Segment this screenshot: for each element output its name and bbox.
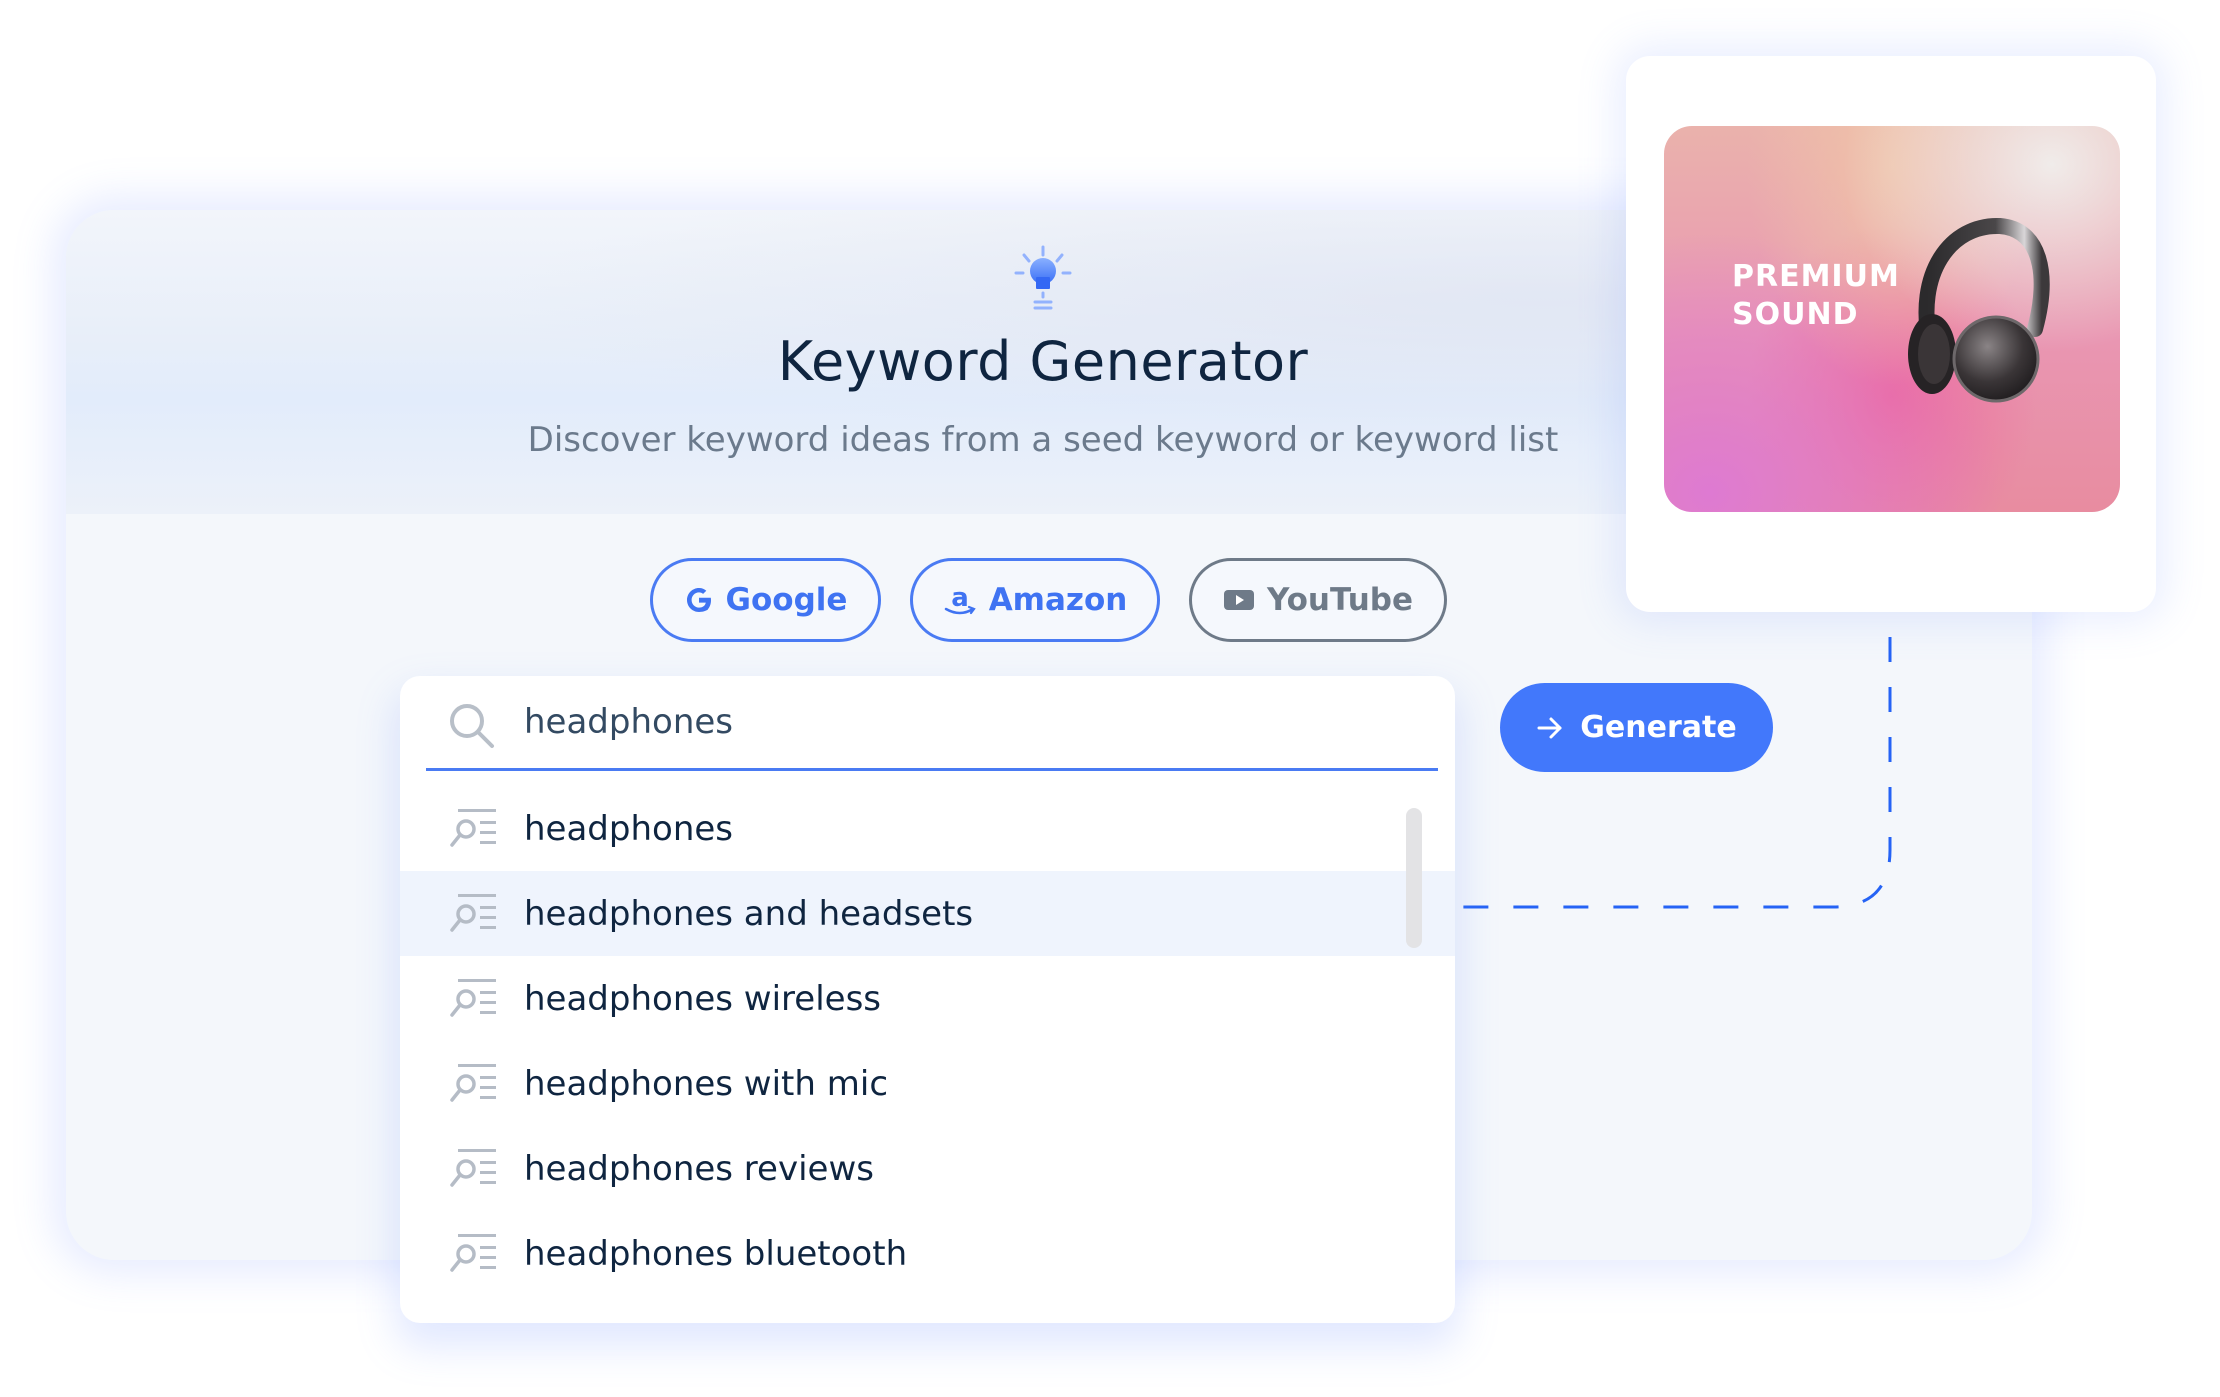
headphones-product-image: PREMIUM SOUND	[1664, 126, 2120, 512]
promo-line-1: PREMIUM	[1732, 259, 1900, 294]
keyword-search-icon	[450, 806, 498, 847]
suggestion-label: headphones reviews	[524, 1148, 874, 1189]
suggestion-item[interactable]: headphones wireless	[400, 956, 1455, 1041]
promo-text: PREMIUM SOUND	[1732, 258, 1900, 334]
headphones-icon	[1908, 217, 2050, 403]
keyword-search-icon	[450, 1061, 498, 1102]
keyword-search-icon	[450, 976, 498, 1017]
suggestion-item[interactable]: headphones bluetooth	[400, 1211, 1455, 1296]
suggestion-label: headphones and headsets	[524, 893, 974, 934]
suggestion-label: headphones wireless	[524, 978, 881, 1019]
promo-image-card: PREMIUM SOUND	[1626, 56, 2156, 612]
promo-line-2: SOUND	[1732, 297, 1859, 332]
search-input[interactable]	[524, 694, 1404, 750]
svg-text:a: a	[951, 583, 969, 613]
keyword-search-panel: headphones headphones and headsets headp…	[400, 676, 1455, 1323]
google-icon	[684, 585, 714, 615]
suggestion-label: headphones	[524, 808, 733, 849]
suggestion-label: headphones bluetooth	[524, 1233, 908, 1274]
source-youtube-label: YouTube	[1267, 582, 1413, 618]
source-google-label: Google	[725, 582, 848, 618]
search-field[interactable]	[426, 676, 1438, 771]
suggestion-item[interactable]: headphones	[400, 786, 1455, 871]
amazon-icon: a	[943, 582, 977, 618]
generate-label: Generate	[1580, 710, 1737, 745]
keyword-search-icon	[450, 891, 498, 932]
generate-button[interactable]: Generate	[1500, 683, 1773, 772]
source-google-button[interactable]: Google	[650, 558, 881, 642]
suggestion-item[interactable]: headphones with mic	[400, 1041, 1455, 1126]
suggestion-label: headphones with mic	[524, 1063, 889, 1104]
youtube-icon	[1223, 588, 1255, 612]
dashed-connector-line	[1460, 637, 1892, 909]
search-icon	[450, 704, 494, 748]
lightbulb-icon	[1014, 245, 1072, 310]
arrow-right-icon	[1537, 717, 1562, 738]
keyword-search-icon	[450, 1231, 498, 1272]
source-youtube-button[interactable]: YouTube	[1189, 558, 1447, 642]
source-amazon-button[interactable]: a Amazon	[910, 558, 1160, 642]
suggestion-list: headphones headphones and headsets headp…	[400, 786, 1455, 1296]
suggestion-item-highlighted[interactable]: headphones and headsets	[400, 871, 1455, 956]
suggestion-item[interactable]: headphones reviews	[400, 1126, 1455, 1211]
keyword-search-icon	[450, 1146, 498, 1187]
suggestion-scrollbar[interactable]	[1406, 808, 1422, 948]
source-amazon-label: Amazon	[988, 582, 1128, 618]
